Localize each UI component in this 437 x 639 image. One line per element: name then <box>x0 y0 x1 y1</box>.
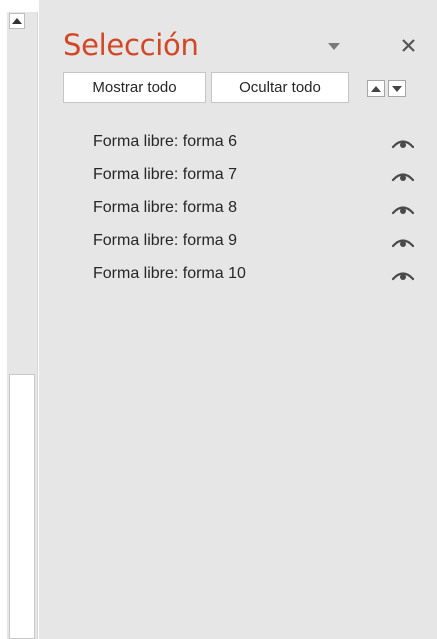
scrollbar-lower-area[interactable] <box>9 374 35 639</box>
eye-icon[interactable] <box>391 201 415 217</box>
chevron-down-icon <box>328 42 340 50</box>
eye-icon[interactable] <box>391 234 415 250</box>
list-item[interactable]: Forma libre: forma 9 <box>39 230 437 255</box>
eye-icon[interactable] <box>391 267 415 283</box>
triangle-down-icon <box>392 85 402 92</box>
close-button[interactable] <box>397 34 419 56</box>
bring-forward-button[interactable] <box>367 80 385 97</box>
eye-icon[interactable] <box>391 168 415 184</box>
eye-icon[interactable] <box>391 135 415 151</box>
scroll-up-button[interactable] <box>9 13 25 29</box>
list-item[interactable]: Forma libre: forma 6 <box>39 131 437 156</box>
selection-list: Forma libre: forma 6 Forma libre: forma … <box>39 131 437 296</box>
close-icon <box>401 38 415 52</box>
scrollbar-thumb[interactable] <box>9 31 35 374</box>
pane-options-button[interactable] <box>324 36 344 56</box>
selection-pane: Selección Mostrar todo Ocultar todo Form… <box>39 0 437 639</box>
triangle-up-icon <box>371 85 381 92</box>
item-label: Forma libre: forma 6 <box>93 133 238 150</box>
item-label: Forma libre: forma 9 <box>93 232 238 249</box>
list-item[interactable]: Forma libre: forma 10 <box>39 263 437 288</box>
list-item[interactable]: Forma libre: forma 8 <box>39 197 437 222</box>
pane-title: Selección <box>63 28 199 62</box>
item-label: Forma libre: forma 8 <box>93 199 238 216</box>
triangle-up-icon <box>12 18 22 24</box>
send-backward-button[interactable] <box>388 80 406 97</box>
item-label: Forma libre: forma 7 <box>93 166 238 183</box>
vertical-scrollbar[interactable] <box>0 0 38 639</box>
list-item[interactable]: Forma libre: forma 7 <box>39 164 437 189</box>
item-label: Forma libre: forma 10 <box>93 265 246 282</box>
hide-all-button[interactable]: Ocultar todo <box>211 72 349 103</box>
show-all-button[interactable]: Mostrar todo <box>63 72 206 103</box>
